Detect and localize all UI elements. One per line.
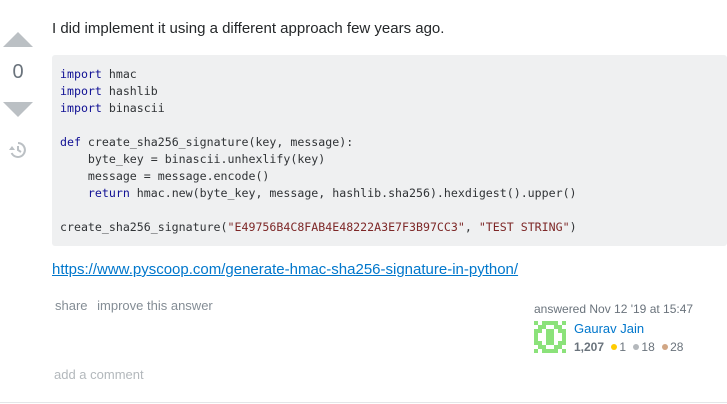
code-line: def create_sha256_signature(key, message… <box>60 135 354 149</box>
reference-link[interactable]: https://www.pyscoop.com/generate-hmac-sh… <box>52 261 518 278</box>
code-line: import hashlib <box>60 84 158 98</box>
code-line: create_sha256_signature("E49756B4C8FAB4E… <box>60 220 577 234</box>
answer-text: I did implement it using a different app… <box>52 20 445 37</box>
upvote-arrow-icon[interactable] <box>3 32 33 47</box>
history-icon[interactable] <box>8 140 28 165</box>
answered-time: answered Nov 12 '19 at 15:47 <box>534 302 694 316</box>
post-menu: share improve this answer <box>55 298 219 313</box>
reputation-line: 1,207 1 18 28 <box>574 340 683 354</box>
divider <box>0 402 727 403</box>
code-string: "E49756B4C8FAB4E48222A3E7F3B97CC3" <box>227 220 465 234</box>
bronze-badge-icon <box>662 344 669 350</box>
gold-badge-icon <box>611 344 618 350</box>
silver-badge-icon <box>633 344 640 350</box>
downvote-arrow-icon[interactable] <box>3 102 33 117</box>
reputation-score: 1,207 <box>574 340 605 354</box>
share-link[interactable]: share <box>55 298 88 313</box>
code-line: return hmac.new(byte_key, message, hashl… <box>87 186 577 200</box>
code-line: message = message.encode() <box>60 169 270 183</box>
code-line: import hmac <box>60 67 137 81</box>
code-keyword: return <box>87 186 130 200</box>
code-keyword: import <box>60 101 102 115</box>
avatar[interactable] <box>534 321 566 353</box>
vote-count: 0 <box>12 61 24 83</box>
silver-badge-count: 18 <box>641 340 655 354</box>
code-string: "TEST STRING" <box>478 220 570 234</box>
code-keyword: def <box>60 135 81 149</box>
add-comment-link[interactable]: add a comment <box>54 367 144 382</box>
code-line: import binascii <box>60 101 165 115</box>
user-info-card: answered Nov 12 '19 at 15:47 Gaurav Jain… <box>534 302 724 354</box>
code-keyword: import <box>60 84 102 98</box>
user-name-link[interactable]: Gaurav Jain <box>574 321 644 336</box>
code-line: byte_key = binascii.unhexlify(key) <box>60 152 326 166</box>
code-block: import hmac import hashlib import binasc… <box>52 55 727 246</box>
bronze-badge-count: 28 <box>670 340 684 354</box>
improve-answer-link[interactable]: improve this answer <box>97 298 213 313</box>
code-keyword: import <box>60 67 102 81</box>
gold-badge-count: 1 <box>619 340 627 354</box>
